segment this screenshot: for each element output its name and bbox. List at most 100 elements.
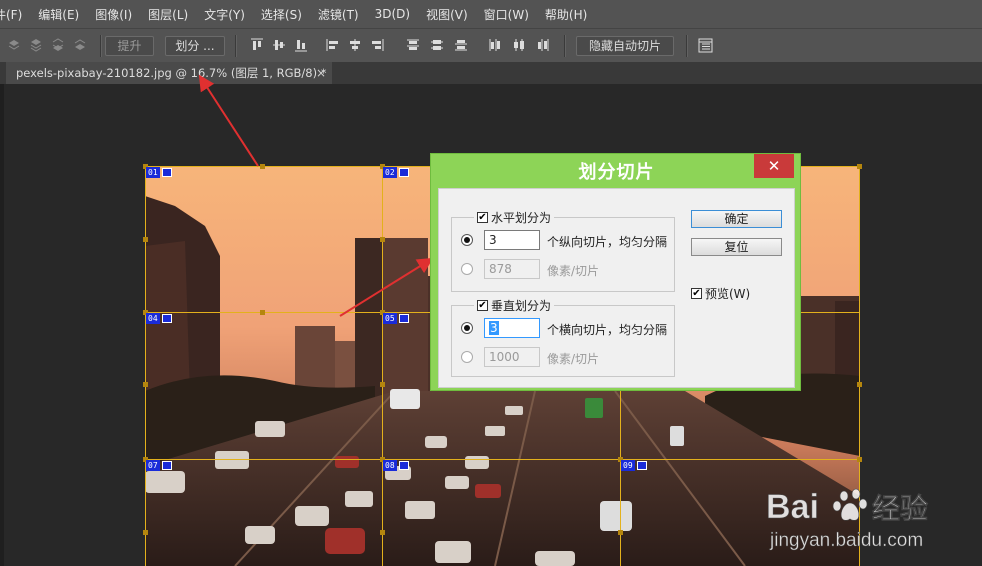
checkbox-checked-icon[interactable]: ✔: [691, 288, 702, 299]
slice-handle[interactable]: [143, 237, 148, 242]
preview-label: 预览(W): [705, 287, 751, 301]
ok-button[interactable]: 确定: [691, 210, 782, 228]
dialog-close-button[interactable]: ✕: [754, 154, 794, 178]
checkbox-checked-icon[interactable]: ✔: [477, 300, 488, 311]
slice-number: 04: [146, 313, 160, 324]
dialog-title: 划分切片: [578, 162, 655, 183]
left-panel-edge: [0, 84, 4, 566]
dialog-body: ✔ 水平划分为 3 个纵向切片，均匀分隔 878 像素/切片 ✔ 垂直划分为 3…: [438, 188, 795, 388]
horizontal-pixels-radio[interactable]: [461, 263, 473, 275]
slice-border-left: [145, 166, 146, 566]
slice-number: 05: [383, 313, 397, 324]
align-top-icon[interactable]: [250, 38, 264, 52]
menu-item[interactable]: 窗口(W): [476, 6, 537, 23]
menu-item[interactable]: 视图(V): [418, 6, 476, 23]
menu-item[interactable]: 件(F): [0, 6, 30, 23]
slice-badge[interactable]: 02: [383, 167, 409, 178]
bring-forward-icon[interactable]: [28, 37, 44, 53]
align-vcenter-icon[interactable]: [272, 38, 286, 52]
distribute-top-icon[interactable]: [406, 38, 420, 52]
baidu-logo: Bai 经验 jingyan.baidu.com: [766, 488, 929, 552]
horizontal-divide-toggle[interactable]: ✔ 水平划分为: [474, 209, 555, 226]
slice-handle[interactable]: [380, 530, 385, 535]
slice-badge[interactable]: 01: [146, 167, 172, 178]
distribute-left-icon[interactable]: [488, 38, 502, 52]
slice-badge[interactable]: 08: [383, 460, 409, 471]
slice-handle[interactable]: [618, 530, 623, 535]
vertical-pixels-radio[interactable]: [461, 351, 473, 363]
document-tab-title: pexels-pixabay-210182.jpg @ 16.7% (图层 1,…: [16, 66, 327, 80]
distribute-hcenter-icon[interactable]: [512, 38, 526, 52]
slice-image-icon: [636, 461, 647, 470]
menu-item[interactable]: 图像(I): [87, 6, 140, 23]
slice-image-icon: [398, 168, 409, 177]
vertical-pixels-input[interactable]: 1000: [484, 347, 540, 367]
distribute-vcenter-icon[interactable]: [430, 38, 444, 52]
reset-button[interactable]: 复位: [691, 238, 782, 256]
menu-item[interactable]: 3D(D): [367, 7, 418, 21]
options-bar: 提升 划分 ... 隐藏自动切片: [0, 28, 982, 62]
slice-handle[interactable]: [857, 382, 862, 387]
slice-image-icon: [161, 314, 172, 323]
distribute-bottom-icon[interactable]: [454, 38, 468, 52]
horizontal-count-value: 3: [489, 233, 497, 247]
slice-number: 08: [383, 460, 397, 471]
document-tab[interactable]: pexels-pixabay-210182.jpg @ 16.7% (图层 1,…: [6, 62, 332, 84]
menu-item[interactable]: 帮助(H): [537, 6, 595, 23]
vertical-count-radio[interactable]: [461, 322, 473, 334]
separator: [100, 35, 102, 57]
watermark-brand-right: 经验: [872, 492, 928, 525]
distribute-right-icon[interactable]: [536, 38, 550, 52]
menu-item[interactable]: 编辑(E): [30, 6, 87, 23]
baidu-jingyan-watermark: Bai 经验 jingyan.baidu.com: [744, 480, 974, 560]
slice-image-icon: [398, 461, 409, 470]
separator: [564, 35, 566, 57]
slice-handle[interactable]: [143, 530, 148, 535]
send-backward-icon[interactable]: [50, 37, 66, 53]
slice-badge[interactable]: 05: [383, 313, 409, 324]
slice-handle[interactable]: [380, 382, 385, 387]
horizontal-count-input[interactable]: 3: [484, 230, 540, 250]
send-to-back-icon[interactable]: [72, 37, 88, 53]
menu-item[interactable]: 图层(L): [140, 6, 196, 23]
menu-bar: 件(F) 编辑(E) 图像(I) 图层(L) 文字(Y) 选择(S) 滤镜(T) 3D(D) 视…: [0, 0, 982, 28]
document-tab-strip: pexels-pixabay-210182.jpg @ 16.7% (图层 1,…: [0, 62, 982, 84]
checkbox-checked-icon[interactable]: ✔: [477, 212, 488, 223]
slice-divider-row-2[interactable]: [145, 459, 860, 460]
separator: [686, 35, 688, 57]
slice-badge[interactable]: 04: [146, 313, 172, 324]
bring-to-front-icon[interactable]: [6, 37, 22, 53]
slice-handle[interactable]: [143, 382, 148, 387]
watermark-url: jingyan.baidu.com: [769, 530, 923, 551]
horizontal-divide-group: ✔ 水平划分为 3 个纵向切片，均匀分隔 878 像素/切片: [451, 209, 675, 292]
slice-handle[interactable]: [857, 164, 862, 169]
horizontal-pixels-input[interactable]: 878: [484, 259, 540, 279]
hide-auto-slices-button[interactable]: 隐藏自动切片: [576, 36, 674, 56]
vertical-divide-label: 垂直划分为: [491, 299, 552, 313]
slice-image-icon: [161, 168, 172, 177]
slice-options-icon[interactable]: [698, 38, 713, 53]
horizontal-count-radio[interactable]: [461, 234, 473, 246]
divide-button[interactable]: 划分 ...: [165, 36, 225, 56]
vertical-divide-toggle[interactable]: ✔ 垂直划分为: [474, 297, 555, 314]
align-right-icon[interactable]: [370, 38, 384, 52]
menu-item[interactable]: 文字(Y): [196, 6, 253, 23]
slice-handle[interactable]: [380, 237, 385, 242]
slice-handle[interactable]: [260, 310, 265, 315]
menu-item[interactable]: 滤镜(T): [310, 6, 367, 23]
slice-handle[interactable]: [260, 164, 265, 169]
align-left-icon[interactable]: [326, 38, 340, 52]
menu-item[interactable]: 选择(S): [253, 6, 310, 23]
promote-button[interactable]: 提升: [105, 36, 154, 56]
align-hcenter-icon[interactable]: [348, 38, 362, 52]
horizontal-pixels-label: 像素/切片: [547, 264, 600, 278]
preview-toggle[interactable]: ✔ 预览(W): [691, 285, 750, 302]
slice-handle[interactable]: [857, 457, 862, 462]
slice-badge[interactable]: 07: [146, 460, 172, 471]
slice-badge[interactable]: 09: [621, 460, 647, 471]
align-bottom-icon[interactable]: [294, 38, 308, 52]
vertical-count-input[interactable]: 3: [484, 318, 540, 338]
slice-divider-col-1[interactable]: [382, 166, 383, 566]
watermark-brand-left: Bai: [766, 488, 819, 526]
close-tab-icon[interactable]: ×: [316, 62, 326, 84]
